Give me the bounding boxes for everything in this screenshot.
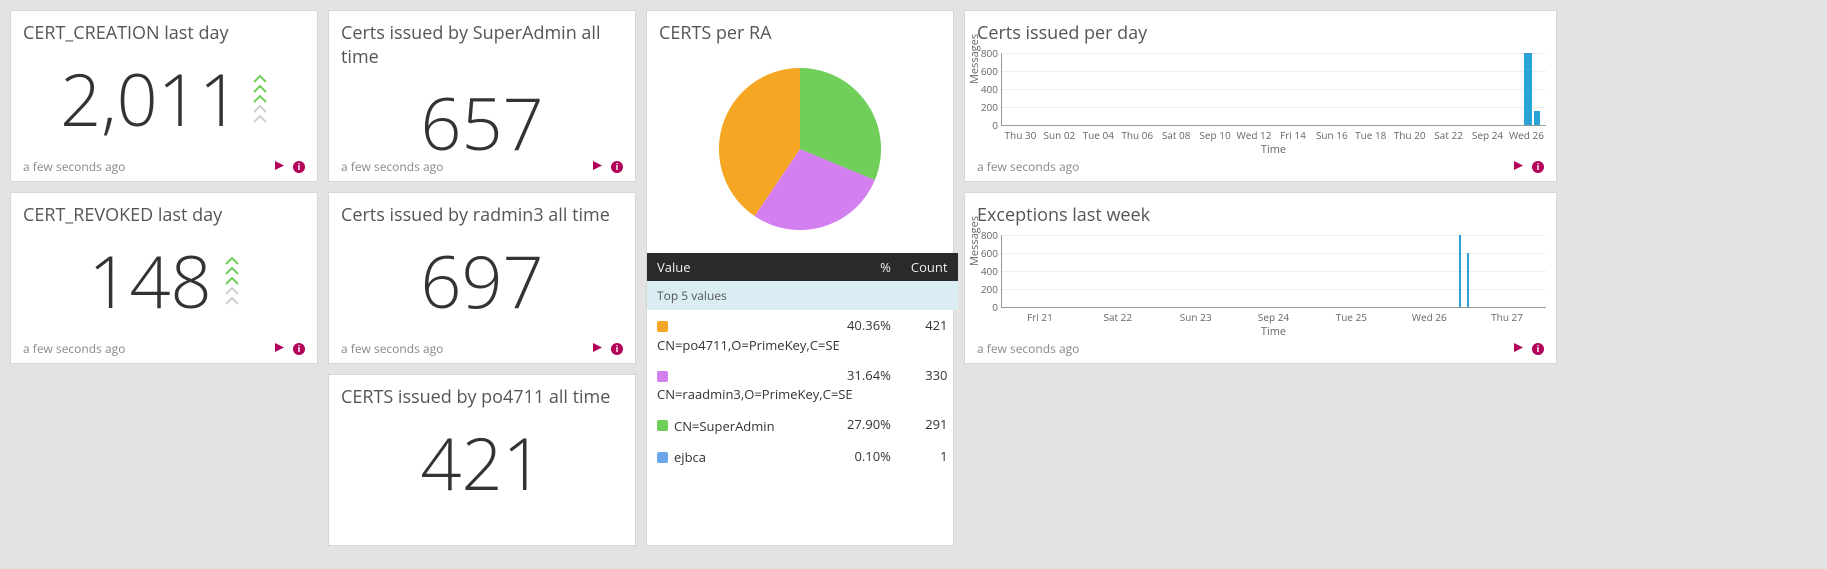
footer-time: a few seconds ago [23, 340, 125, 357]
swatch-icon [657, 420, 668, 431]
play-icon[interactable] [1513, 158, 1524, 175]
bar [1467, 253, 1469, 307]
play-icon[interactable] [592, 158, 603, 175]
y-tick: 600 [970, 64, 998, 78]
pie-chart [647, 49, 953, 239]
row-label: ejbca [674, 448, 706, 466]
card-footer: a few seconds ago i [977, 340, 1544, 357]
table-header-row: Value % Count [647, 253, 958, 281]
metric-value: 697 [420, 245, 543, 317]
card-po4711: CERTS issued by po4711 all time 421 [328, 374, 636, 546]
pie-table: Value % Count Top 5 values CN=po4711,O=P… [647, 253, 958, 472]
swatch-icon [657, 452, 668, 463]
table-row: CN=po4711,O=PrimeKey,C=SE 40.36% 421 [647, 310, 958, 360]
row-label: CN=raadmin3,O=PrimeKey,C=SE [657, 385, 827, 403]
swatch-icon [657, 371, 668, 382]
top5-label: Top 5 values [647, 281, 958, 310]
card-title: CERTS per RA [647, 11, 953, 49]
card-footer: a few seconds ago i [341, 158, 623, 175]
play-icon[interactable] [1513, 340, 1524, 357]
card-footer: a few seconds ago i [23, 158, 305, 175]
footer-time: a few seconds ago [977, 158, 1079, 175]
card-issued-per-day: Certs issued per day Messages 800 600 40… [964, 10, 1557, 182]
footer-time: a few seconds ago [341, 340, 443, 357]
card-footer: a few seconds ago i [341, 340, 623, 357]
card-title: Certs issued by SuperAdmin all time [329, 11, 635, 73]
row-pct: 27.90% [837, 409, 901, 441]
col-value: Value [647, 253, 837, 281]
metric-value: 2,011 [60, 63, 240, 135]
footer-time: a few seconds ago [977, 340, 1079, 357]
trend-up-icon [252, 74, 268, 124]
row-pct: 0.10% [837, 441, 901, 473]
card-superadmin: Certs issued by SuperAdmin all time 657 … [328, 10, 636, 182]
x-ticks: Thu 30Sun 02Tue 04Thu 06Sat 08Sep 10Wed … [1001, 126, 1546, 142]
card-certs-per-ra: CERTS per RA Value % Count Top 5 values … [646, 10, 954, 546]
metric-value: 657 [420, 87, 543, 159]
row-count: 330 [901, 360, 958, 410]
row-label: CN=po4711,O=PrimeKey,C=SE [657, 336, 827, 354]
info-icon[interactable]: i [611, 343, 623, 355]
info-icon[interactable]: i [1532, 343, 1544, 355]
card-footer: a few seconds ago i [977, 158, 1544, 175]
card-title: CERT_CREATION last day [11, 11, 317, 49]
col-pct: % [837, 253, 901, 281]
y-tick: 0 [970, 300, 998, 314]
info-icon[interactable]: i [293, 161, 305, 173]
play-icon[interactable] [274, 158, 285, 175]
table-row: CN=SuperAdmin 27.90% 291 [647, 409, 958, 441]
row-count: 421 [901, 310, 958, 360]
footer-time: a few seconds ago [341, 158, 443, 175]
card-title: Exceptions last week [965, 193, 1556, 231]
bar [1524, 53, 1532, 125]
card-radmin3: Certs issued by radmin3 all time 697 a f… [328, 192, 636, 364]
card-cert-creation: CERT_CREATION last day 2,011 a few secon… [10, 10, 318, 182]
bar [1534, 111, 1540, 125]
info-icon[interactable]: i [293, 343, 305, 355]
metric-value: 421 [420, 427, 543, 499]
info-icon[interactable]: i [611, 161, 623, 173]
table-row: CN=raadmin3,O=PrimeKey,C=SE 31.64% 330 [647, 360, 958, 410]
x-ticks: Fri 21Sat 22Sun 23Sep 24Tue 25Wed 26Thu … [1001, 308, 1546, 324]
y-tick: 200 [970, 282, 998, 296]
card-title: Certs issued by radmin3 all time [329, 193, 635, 231]
card-footer: a few seconds ago i [23, 340, 305, 357]
card-title: CERT_REVOKED last day [11, 193, 317, 231]
row-label: CN=SuperAdmin [674, 417, 775, 435]
chart: Messages 800 600 400 200 0 Thu 30Sun 02T… [965, 49, 1556, 149]
y-tick: 800 [970, 228, 998, 242]
y-tick: 800 [970, 46, 998, 60]
card-title: CERTS issued by po4711 all time [329, 375, 635, 413]
value-row: 148 [11, 231, 317, 331]
chart: Messages 800 600 400 200 0 Fri 21Sat 22S… [965, 231, 1556, 331]
y-tick: 200 [970, 100, 998, 114]
col-count: Count [901, 253, 958, 281]
row-count: 291 [901, 409, 958, 441]
table-row: ejbca 0.10% 1 [647, 441, 958, 473]
value-row: 2,011 [11, 49, 317, 149]
card-cert-revoked: CERT_REVOKED last day 148 a few seconds … [10, 192, 318, 364]
play-icon[interactable] [592, 340, 603, 357]
row-count: 1 [901, 441, 958, 473]
metric-value: 148 [88, 245, 211, 317]
footer-time: a few seconds ago [23, 158, 125, 175]
row-pct: 40.36% [837, 310, 901, 360]
x-axis-label: Time [1001, 142, 1546, 157]
plot-area: 800 600 400 200 0 [1001, 235, 1546, 308]
bar [1459, 235, 1461, 307]
y-tick: 0 [970, 118, 998, 132]
y-tick: 600 [970, 246, 998, 260]
card-title: Certs issued per day [965, 11, 1556, 49]
plot-area: 800 600 400 200 0 [1001, 53, 1546, 126]
play-icon[interactable] [274, 340, 285, 357]
swatch-icon [657, 321, 668, 332]
card-exceptions: Exceptions last week Messages 800 600 40… [964, 192, 1557, 364]
y-tick: 400 [970, 82, 998, 96]
y-tick: 400 [970, 264, 998, 278]
info-icon[interactable]: i [1532, 161, 1544, 173]
x-axis-label: Time [1001, 324, 1546, 339]
trend-up-icon [224, 256, 240, 306]
